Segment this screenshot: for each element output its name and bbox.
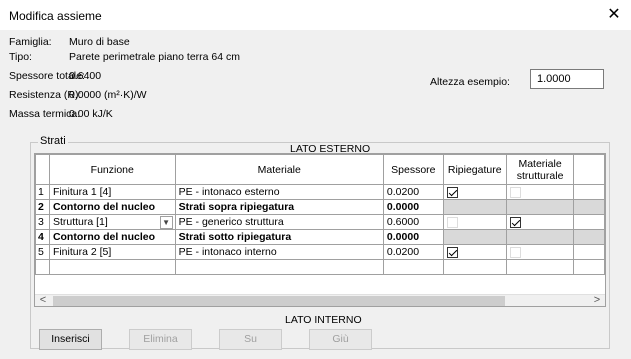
structural-checkbox[interactable] (509, 186, 521, 198)
layers-group-title: Strati (38, 135, 68, 147)
table-row[interactable]: 5 Finitura 2 [5] PE - intonaco interno 0… (35, 244, 605, 260)
table-row-empty (35, 259, 605, 275)
row-number: 4 (35, 229, 50, 245)
property-label: Tipo: (9, 51, 32, 63)
filler-cell (573, 199, 605, 215)
function-cell[interactable]: Finitura 2 [5] (48, 244, 176, 260)
scrollbar-thumb[interactable] (53, 296, 505, 306)
filler-cell (573, 229, 605, 245)
column-header-number (35, 154, 50, 185)
structural-cell[interactable] (505, 184, 575, 200)
material-cell: Strati sopra ripiegatura (174, 199, 384, 215)
thickness-cell[interactable]: 0.0200 (382, 244, 444, 260)
scroll-right-icon[interactable]: > (590, 294, 604, 306)
wraps-checkbox[interactable] (446, 246, 458, 258)
function-cell[interactable]: Finitura 1 [4] (48, 184, 176, 200)
wraps-cell (442, 259, 507, 275)
property-value: Muro di base (69, 36, 130, 48)
wraps-checkbox[interactable] (446, 216, 458, 228)
structural-cell[interactable] (505, 244, 575, 260)
thickness-cell: 0.0000 (382, 199, 444, 215)
filler-cell (573, 259, 605, 275)
insert-button[interactable]: Inserisci (39, 329, 102, 350)
property-value: 0.00 kJ/K (69, 108, 113, 120)
function-cell-editing[interactable]: Struttura [1] ▼ (48, 214, 176, 230)
interior-side-label: LATO INTERNO (285, 314, 362, 326)
property-label: Famiglia: (9, 36, 52, 48)
dialog-title: Modifica assieme (9, 9, 102, 23)
filler-cell (573, 244, 605, 260)
table-row[interactable]: 2 Contorno del nucleo Strati sopra ripie… (35, 199, 605, 215)
column-header-wraps[interactable]: Ripiegature (442, 154, 507, 185)
thickness-cell[interactable]: 0.0200 (382, 184, 444, 200)
thickness-cell: 0.0000 (382, 229, 444, 245)
chevron-down-icon[interactable]: ▼ (159, 216, 173, 229)
column-header-filler (573, 154, 605, 185)
column-header-function[interactable]: Funzione (48, 154, 176, 185)
column-header-structural-material[interactable]: Materiale strutturale (505, 154, 575, 185)
table-row[interactable]: 3 Struttura [1] ▼ PE - generico struttura… (35, 214, 605, 230)
function-cell-text: Struttura [1] (52, 216, 108, 228)
wraps-checkbox[interactable] (446, 186, 458, 198)
property-value: 0.0000 (m²·K)/W (69, 89, 147, 101)
delete-button[interactable]: Elimina (129, 329, 192, 350)
property-value: 0.6400 (69, 70, 102, 82)
close-icon[interactable]: ✕ (603, 4, 625, 26)
horizontal-scrollbar[interactable]: < > (35, 294, 605, 306)
sample-height-label: Altezza esempio: (430, 76, 510, 88)
sample-height-input[interactable]: 1.0000 (530, 69, 604, 89)
thickness-cell (382, 259, 444, 275)
title-bar: Modifica assieme ✕ (0, 0, 631, 30)
wraps-cell[interactable] (442, 184, 507, 200)
layers-table: Funzione Materiale Spessore Ripiegature … (34, 153, 606, 307)
wraps-cell (442, 229, 507, 245)
property-value: Parete perimetrale piano terra 64 cm (69, 51, 240, 63)
structural-cell (505, 259, 575, 275)
column-header-thickness[interactable]: Spessore (382, 154, 444, 185)
table-row[interactable]: 4 Contorno del nucleo Strati sotto ripie… (35, 229, 605, 245)
structural-checkbox[interactable] (509, 246, 521, 258)
move-down-button[interactable]: Giù (309, 329, 372, 350)
material-cell[interactable]: PE - intonaco interno (174, 244, 384, 260)
structural-cell (505, 199, 575, 215)
filler-cell (573, 184, 605, 200)
wraps-cell (442, 199, 507, 215)
material-cell[interactable]: PE - generico struttura (174, 214, 384, 230)
move-up-button[interactable]: Su (219, 329, 282, 350)
wraps-cell[interactable] (442, 244, 507, 260)
material-cell[interactable]: PE - intonaco esterno (174, 184, 384, 200)
structural-cell[interactable] (505, 214, 575, 230)
row-number: 3 (35, 214, 50, 230)
wraps-cell[interactable] (442, 214, 507, 230)
function-cell: Contorno del nucleo (48, 229, 176, 245)
table-row[interactable]: 1 Finitura 1 [4] PE - intonaco esterno 0… (35, 184, 605, 200)
row-number (35, 259, 50, 275)
material-cell: Strati sotto ripiegatura (174, 229, 384, 245)
row-number: 5 (35, 244, 50, 260)
row-number: 1 (35, 184, 50, 200)
scroll-left-icon[interactable]: < (36, 294, 50, 306)
column-header-material[interactable]: Materiale (174, 154, 384, 185)
row-number: 2 (35, 199, 50, 215)
structural-cell (505, 229, 575, 245)
table-header-row: Funzione Materiale Spessore Ripiegature … (35, 154, 605, 185)
function-cell (48, 259, 176, 275)
edit-assembly-dialog: Modifica assieme ✕ Famiglia: Muro di bas… (0, 0, 631, 359)
filler-cell (573, 214, 605, 230)
thickness-cell[interactable]: 0.6000 (382, 214, 444, 230)
structural-checkbox[interactable] (509, 216, 521, 228)
material-cell (174, 259, 384, 275)
function-cell: Contorno del nucleo (48, 199, 176, 215)
